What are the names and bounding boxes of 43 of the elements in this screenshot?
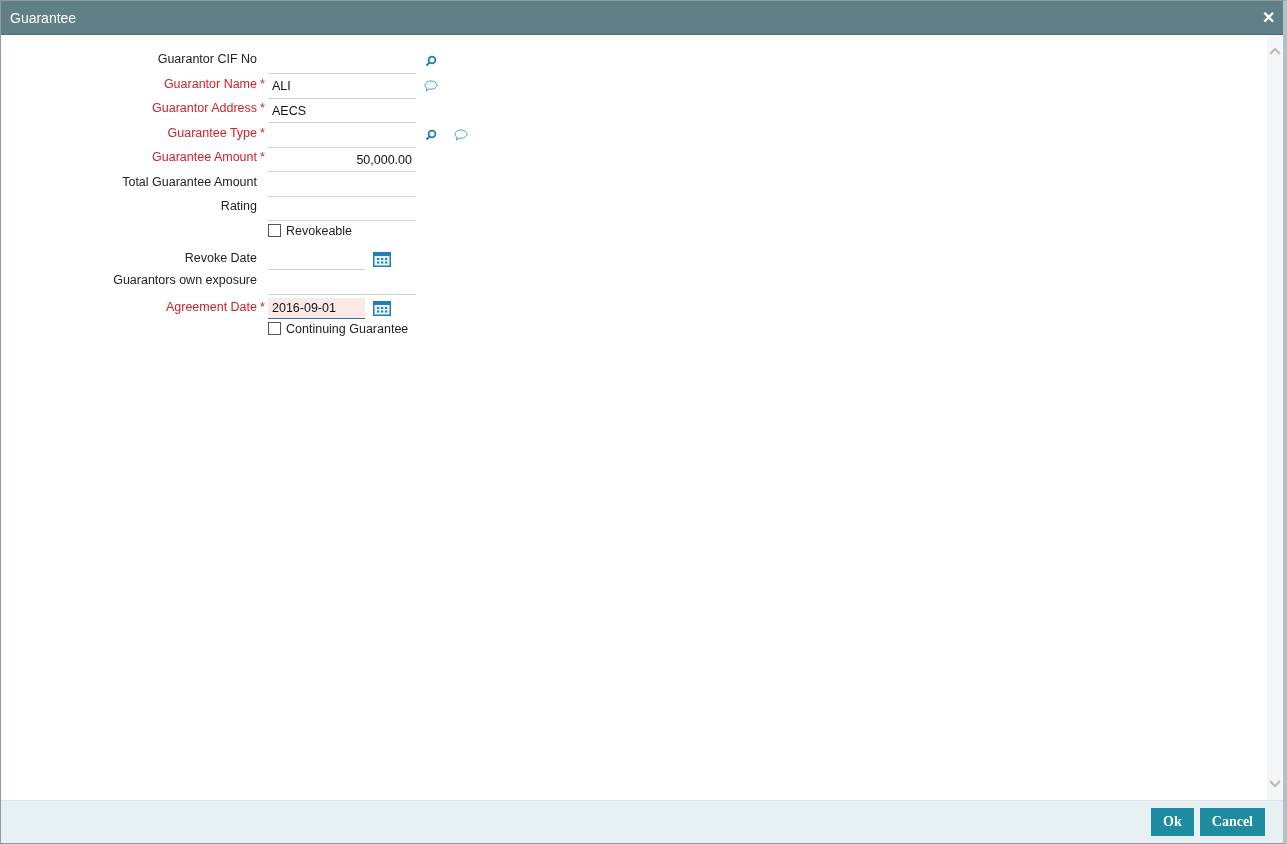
required-asterisk: * xyxy=(260,124,265,142)
dialog-button[interactable]: Cancel xyxy=(1199,808,1265,836)
scroll-up-icon xyxy=(1269,47,1281,55)
checkbox-label: Revokeable xyxy=(286,223,352,238)
required-asterisk: * xyxy=(260,75,265,93)
date-field[interactable]: 2016-09-01 xyxy=(268,298,365,319)
required-asterisk: * xyxy=(260,100,265,117)
input-field[interactable]: AECS xyxy=(268,99,416,123)
search-icon xyxy=(425,128,437,141)
dialog-button[interactable]: Ok xyxy=(1151,808,1194,836)
comment-button[interactable] xyxy=(453,126,469,143)
calendar-button[interactable] xyxy=(373,252,391,267)
speech-bubble-icon xyxy=(454,128,468,141)
field-label: Guarantor Address xyxy=(151,100,257,117)
field-label: Agreement Date xyxy=(164,299,257,313)
search-icon xyxy=(425,55,437,67)
scroll-down-icon xyxy=(1269,780,1281,788)
comment-button[interactable] xyxy=(423,77,439,94)
checkbox-option[interactable]: Revokeable xyxy=(268,222,352,239)
search-button[interactable] xyxy=(423,53,439,69)
input-field[interactable]: ALI xyxy=(268,74,416,99)
field-label: Guarantor CIF No xyxy=(156,51,257,68)
input-field[interactable]: 50,000.00 xyxy=(268,148,416,172)
field-label: Guarantee Type xyxy=(166,124,257,142)
field-label: Guarantee Amount xyxy=(151,149,257,166)
required-asterisk: * xyxy=(260,149,265,166)
checkbox-label: Continuing Guarantee xyxy=(286,321,409,336)
field-label: Guarantors own exposure xyxy=(112,271,257,289)
field-label: Guarantor Name xyxy=(162,75,257,93)
field-label: Rating xyxy=(219,198,257,215)
speech-bubble-icon xyxy=(424,79,438,92)
calendar-icon xyxy=(373,301,391,316)
checkbox[interactable] xyxy=(268,322,281,335)
calendar-button[interactable] xyxy=(373,301,391,316)
field-label: Revoke Date xyxy=(183,250,257,264)
checkbox[interactable] xyxy=(268,224,281,237)
calendar-icon xyxy=(373,252,391,267)
checkbox-option[interactable]: Continuing Guarantee xyxy=(268,320,409,337)
field-label: Total Guarantee Amount xyxy=(121,173,257,191)
close-button[interactable]: ✕ xyxy=(1260,8,1277,27)
scrollbar[interactable] xyxy=(1267,35,1283,800)
window-title: Guarantee xyxy=(10,9,77,26)
required-asterisk: * xyxy=(260,299,265,316)
